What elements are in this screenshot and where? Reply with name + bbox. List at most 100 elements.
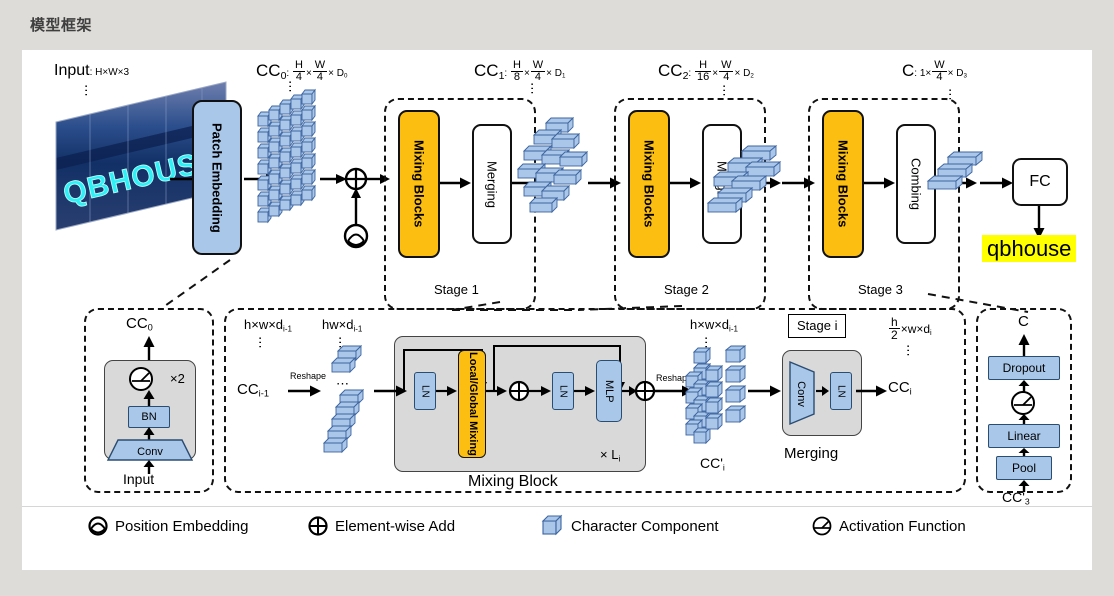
merging-detail-conv[interactable]: Conv [789,360,818,426]
arrow-to-merging [748,385,781,397]
cc0-times: × [305,67,312,79]
c-shape-group: C: 1× W 4 × D3 [902,59,967,84]
cc1-dots: ⋯ [525,82,540,95]
input-label-group: Input: H×W×3 [54,62,129,80]
activation-function-icon-combing [1011,391,1035,415]
svg-text:⋯: ⋯ [336,376,349,391]
arrow-patch-detail-out [143,336,155,362]
cc1-shape-group: CC1: H 8 × W 4 × D1 [474,59,566,84]
patch-detail-bn-label: BN [141,411,157,423]
cc0-frac2: W4 [312,59,328,84]
cc0-shape-group: CC0: H 4 × W 4 × D0 [256,59,348,84]
stage-detail-seq-shape: hw×di-1 [322,317,363,334]
cc0-dots: ⋯ [283,80,298,93]
cc1-tail: × D1 [546,67,566,80]
cc1-colon: : [504,67,510,79]
patch-detail-output-label: CC0 [126,315,153,333]
mixing-block-ln2[interactable]: LN [552,372,574,410]
merge-out-dots: ⋯ [901,344,916,357]
combing-pool[interactable]: Pool [996,456,1052,480]
cc-prime-cube-stack [684,345,747,445]
figure-card: Input: H×W×3 QBHOUSE ⋯ Patch Embedding C… [22,50,1092,570]
patch-detail-conv[interactable]: Conv [106,439,194,462]
patch-detail-bn[interactable]: BN [128,406,170,428]
legend-item-activation-function: Activation Function [812,516,966,536]
input-shape: : H×W×3 [89,67,130,78]
local-global-mixing-label: Local/Global Mixing [466,352,479,456]
legend-divider [22,506,1092,507]
stage-2-mixing-blocks-label: Mixing Blocks [641,140,657,228]
input-dots: ⋯ [79,84,94,97]
merge-out-tail: ×w×di [900,321,932,338]
arrow-merging-to-cci [856,385,887,397]
c-pre: : 1× [914,67,932,79]
fc-label: FC [1029,173,1051,190]
local-global-mixing-block[interactable]: Local/Global Mixing [458,350,486,458]
stage-2-mixing-blocks[interactable]: Mixing Blocks [628,110,670,258]
legend-label-character-component: Character Component [571,517,719,535]
cc1-name: CC1 [474,60,505,82]
cc1-slab-stack [516,116,589,214]
stage-detail-reshape-in: Reshape [290,371,327,381]
arrow-ln2-to-mlp [574,386,595,396]
cc2-frac2: W4 [719,59,734,84]
cc2-shape-group: CC2: H 16 × W 4 × D2 [658,59,754,84]
stage-detail-cc-in: CCi-1 [237,381,270,399]
arrow-reshape-in [288,385,321,397]
stage-3-mixing-blocks[interactable]: Mixing Blocks [822,110,864,258]
element-wise-add-icon [308,516,328,536]
merge-out-shape: h 2 ×w×di [888,316,932,341]
c-slab-stack [926,151,984,190]
combing-linear[interactable]: Linear [988,424,1060,448]
patch-embedding-label: Patch Embedding [209,122,225,233]
merging-detail-ln[interactable]: LN [830,372,852,410]
screen: 模型框架 Input: H×W×3 QBHOUSE ⋯ Patch Embedd… [0,0,1114,596]
combing-dropout-label: Dropout [1002,361,1046,375]
activation-function-icon-patch [129,367,153,391]
stage-1-mixing-blocks-label: Mixing Blocks [411,140,427,228]
stage-1-mixing-blocks[interactable]: Mixing Blocks [398,110,440,258]
mixing-out-shape: h×w×di-1 [690,317,738,334]
c-tail: × D3 [947,67,967,80]
cc1-times: × [523,67,530,79]
merging-detail-output: CCi [888,379,912,397]
cc2-tail: × D2 [734,67,754,80]
mixing-block-ln2-label: LN [557,384,569,398]
mixing-block-ln1[interactable]: LN [414,372,436,410]
mixing-block-ln1-label: LN [419,384,431,398]
fc-block[interactable]: FC [1012,158,1068,206]
cc1-frac2: W4 [530,59,546,84]
legend-label-position-embedding: Position Embedding [115,517,249,535]
cc0-name: CC0 [256,60,287,82]
stage-1-merging[interactable]: Merging [472,124,512,244]
stage-3-mixing-blocks-label: Mixing Blocks [835,140,851,228]
combing-dropout[interactable]: Dropout [988,356,1060,380]
arrow-add1-to-ln2 [528,386,551,396]
c-dots: ⋯ [943,88,958,101]
patch-detail-conv-label: Conv [137,446,163,458]
arrow-stage1-mix-to-merge [440,177,471,189]
mixing-block-caption: Mixing Block [468,473,558,490]
arrow-ln1-to-mixing [436,386,457,396]
cc2-colon: : [688,67,694,79]
arrow-stage2-mix-to-merge [670,177,701,189]
merging-detail-caption: Merging [784,445,839,462]
merge-out-frac: h2 [889,315,900,343]
c-name: C [902,60,915,80]
stage-detail-seq-stack: ⋯ [322,344,365,454]
cc0-tail: × D0 [328,67,348,80]
combing-output-label: C [1018,313,1029,330]
stage-detail-in-shape: h×w×di-1 [244,317,292,334]
arrow-c-to-fc [980,177,1013,189]
stage-1-merging-label: Merging [484,160,500,208]
merging-detail-ln-label: LN [835,384,847,398]
arrow-conv-to-ln-merging [816,386,829,396]
c-frac: W4 [932,59,947,84]
noop-a [611,380,635,404]
activation-function-icon [812,516,832,536]
patch-embedding-block[interactable]: Patch Embedding [192,100,242,255]
page-title: 模型框架 [30,17,93,34]
legend-item-position-embedding: Position Embedding [88,516,248,536]
mixing-block-repeat: × Li [600,447,621,464]
cc2-name: CC2 [658,60,689,82]
